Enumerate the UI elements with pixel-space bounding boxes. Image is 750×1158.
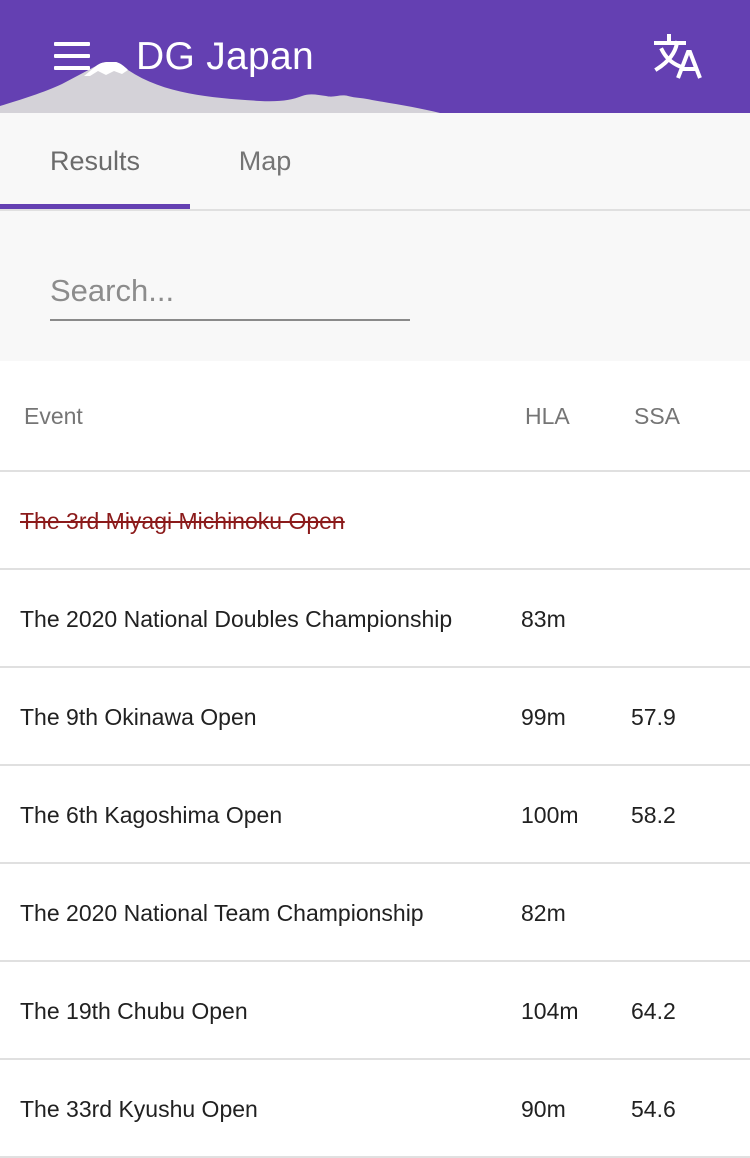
hla-value: 104m (521, 998, 579, 1024)
app-bar: DG Japan (0, 0, 750, 113)
translate-button[interactable] (648, 30, 708, 86)
hla-value: 99m (521, 704, 566, 730)
menu-icon-bar (54, 54, 90, 58)
menu-icon-bar (54, 66, 90, 70)
active-tab-indicator (0, 204, 190, 209)
table-row[interactable]: The 2020 National Team Championship 82m (0, 864, 750, 962)
event-name: The 2020 National Team Championship (20, 900, 424, 926)
table-row[interactable]: The 3rd Miyagi Michinoku Open (0, 472, 750, 570)
event-name: The 9th Okinawa Open (20, 704, 257, 730)
ssa-value: 54.6 (631, 1096, 676, 1122)
menu-button[interactable] (50, 36, 94, 76)
tab-map[interactable]: Map (170, 113, 360, 209)
table-row[interactable]: The 2020 National Doubles Championship 8… (0, 570, 750, 668)
mount-fuji-background (0, 62, 440, 113)
event-name: The 2020 National Doubles Championship (20, 606, 453, 632)
table-header: Event HLA SSA (0, 361, 750, 472)
table-row[interactable]: The 19th Chubu Open 104m 64.2 (0, 962, 750, 1060)
hla-value: 83m (521, 606, 566, 632)
tab-bar: Results Map (0, 113, 750, 211)
ssa-value: 64.2 (631, 998, 676, 1024)
ssa-value: 58.2 (631, 802, 676, 828)
event-name: The 3rd Miyagi Michinoku Open (20, 508, 345, 534)
table-row[interactable]: The 33rd Kyushu Open 90m 54.6 (0, 1060, 750, 1158)
column-header-event[interactable]: Event (24, 361, 83, 472)
tab-results[interactable]: Results (0, 113, 190, 209)
search-input[interactable] (50, 263, 410, 321)
ssa-value: 57.9 (631, 704, 676, 730)
table-row[interactable]: The 9th Okinawa Open 99m 57.9 (0, 668, 750, 766)
column-header-ssa[interactable]: SSA (634, 361, 680, 472)
hla-value: 90m (521, 1096, 566, 1122)
hla-value: 100m (521, 802, 579, 828)
search-area (0, 211, 750, 361)
event-name: The 19th Chubu Open (20, 998, 248, 1024)
column-header-hla[interactable]: HLA (525, 361, 570, 472)
event-name: The 33rd Kyushu Open (20, 1096, 258, 1122)
hla-value: 82m (521, 900, 566, 926)
event-name: The 6th Kagoshima Open (20, 802, 283, 828)
translate-icon (654, 34, 702, 79)
app-title: DG Japan (136, 35, 314, 78)
menu-icon-bar (54, 42, 90, 46)
table-row[interactable]: The 6th Kagoshima Open 100m 58.2 (0, 766, 750, 864)
results-table: Event HLA SSA The 3rd Miyagi Michinoku O… (0, 361, 750, 1158)
